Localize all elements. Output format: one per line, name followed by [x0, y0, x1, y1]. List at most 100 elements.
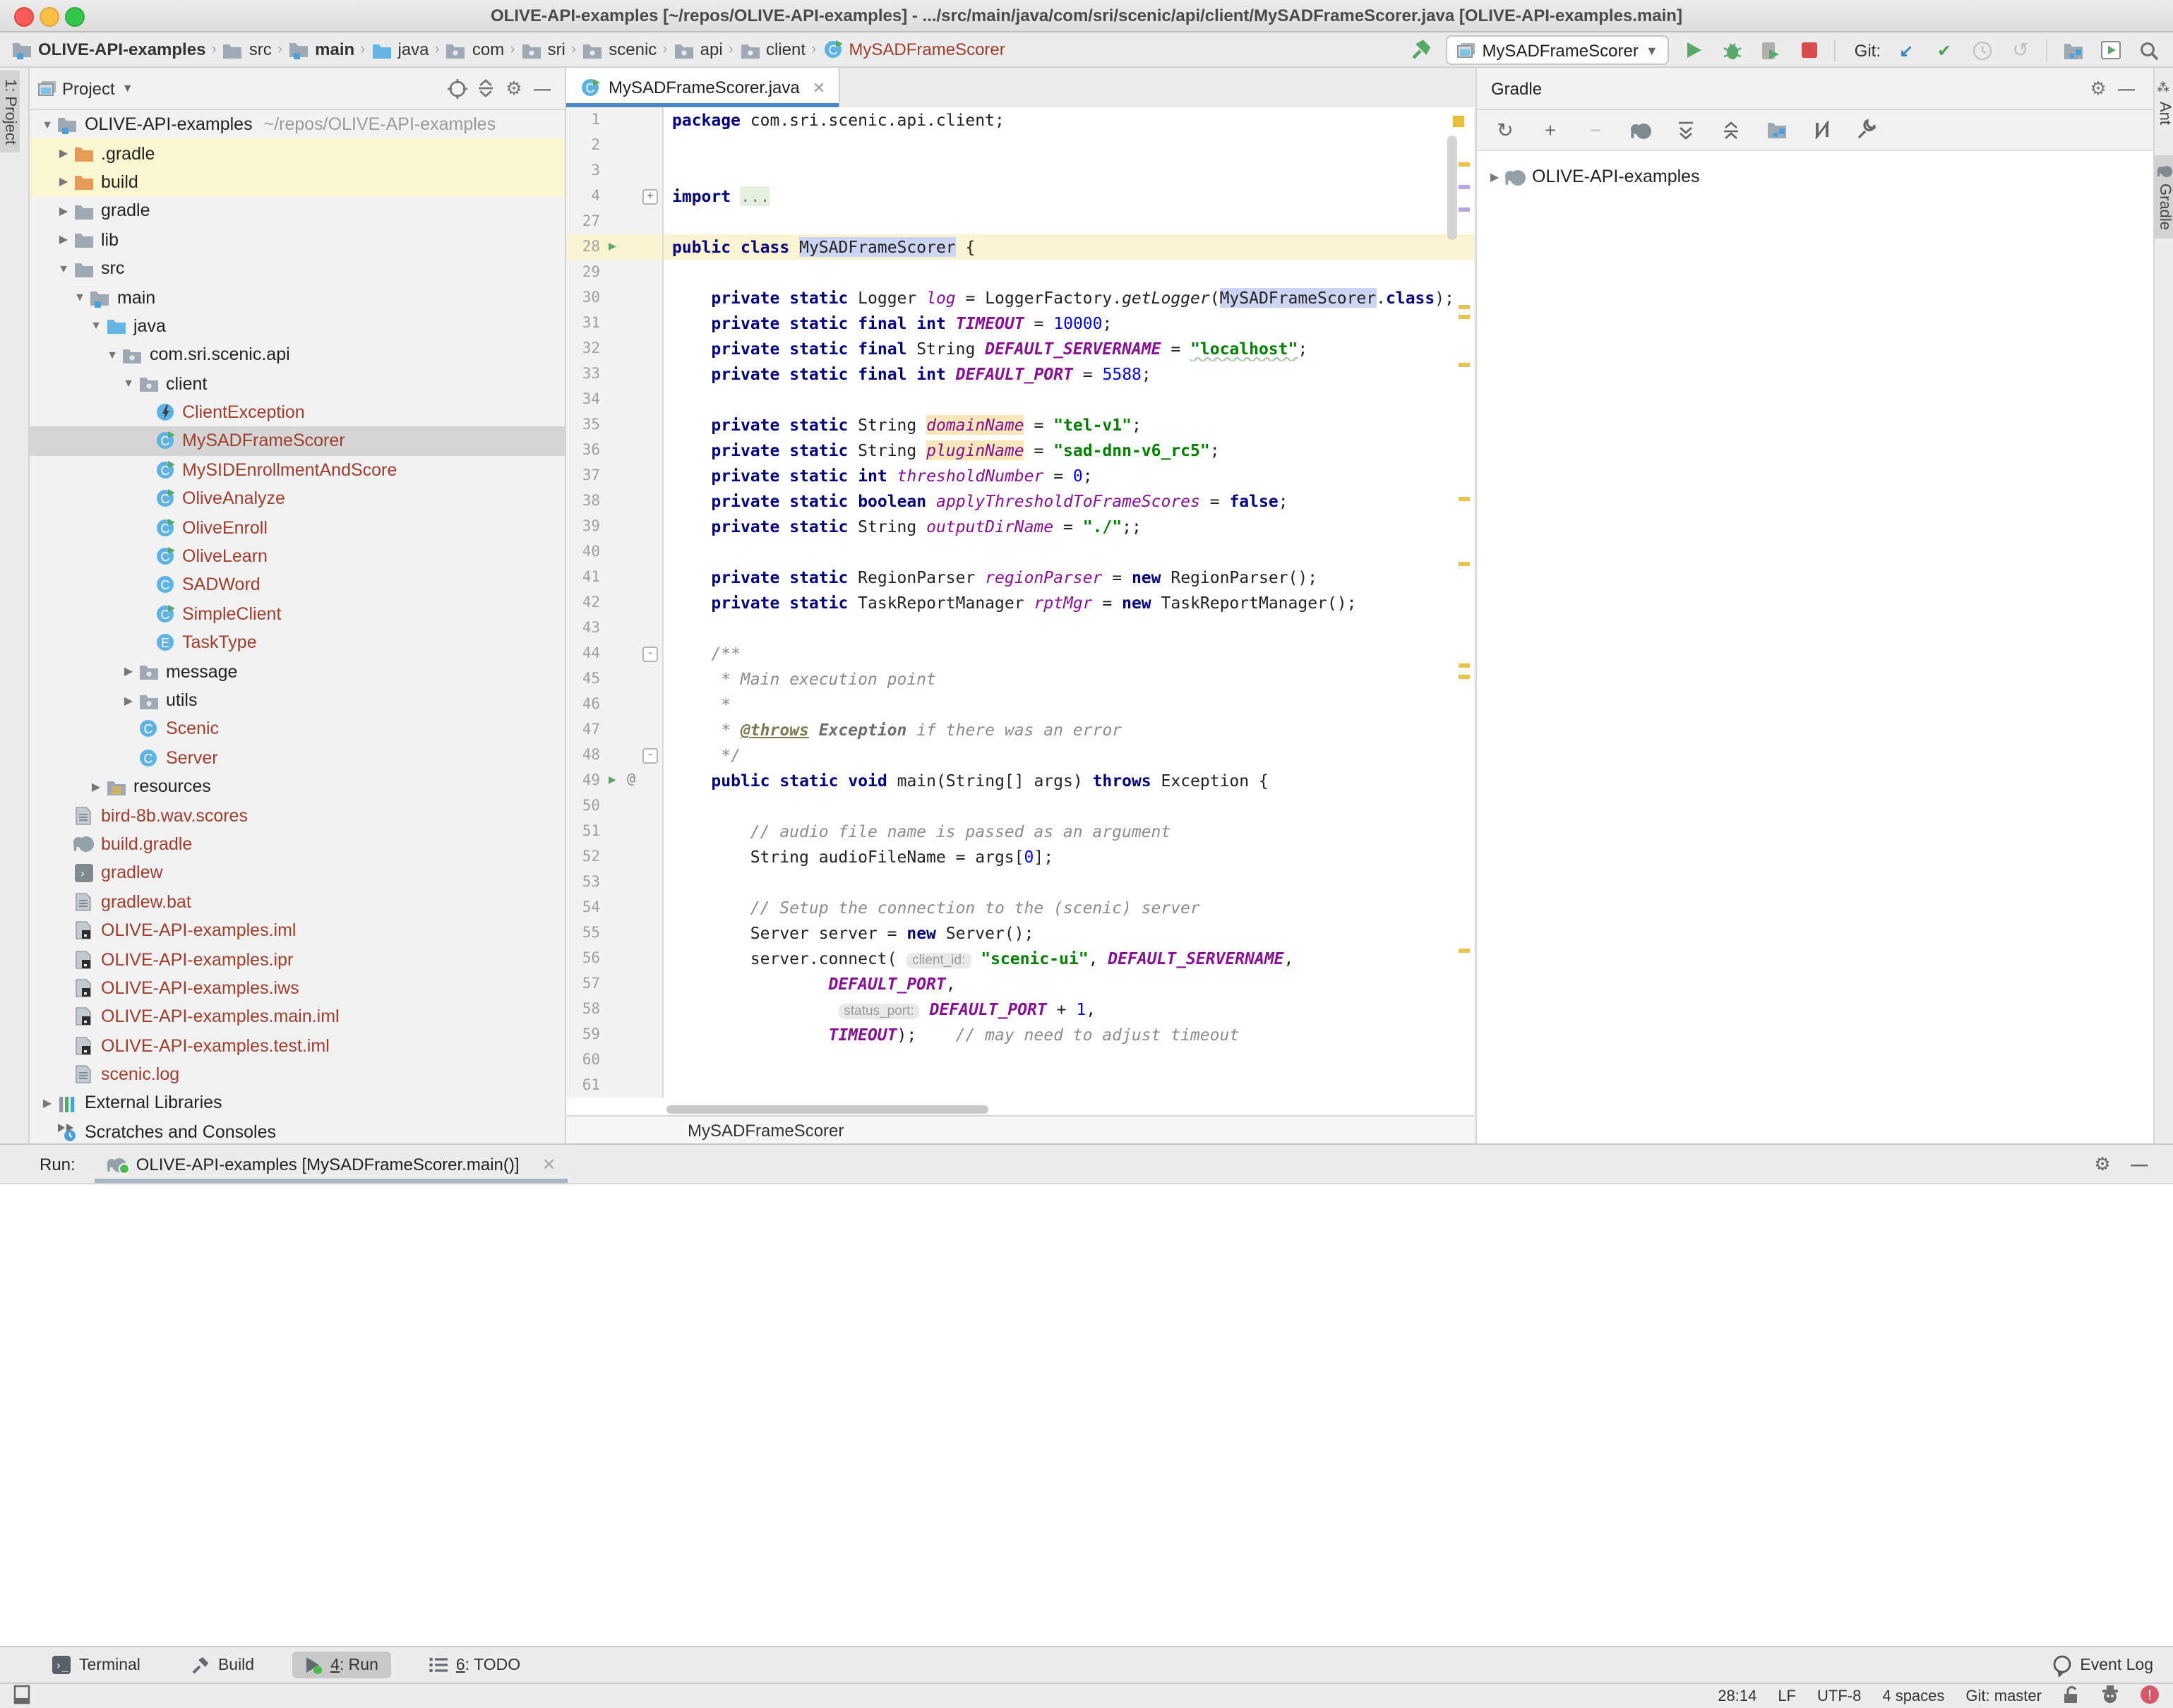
gutter[interactable]: 50 [566, 793, 664, 819]
gutter[interactable]: 29 [566, 260, 664, 285]
tree-item-scratches-and-consoles[interactable]: Scratches and Consoles [30, 1117, 565, 1143]
gutter[interactable]: 59 [566, 1022, 664, 1047]
tree-item-tasktype[interactable]: E TaskType [30, 628, 565, 657]
file-encoding[interactable]: UTF-8 [1817, 1688, 1861, 1704]
code-text[interactable]: // Setup the connection to the (scenic) … [664, 895, 1474, 920]
gutter[interactable]: 27 [566, 209, 664, 234]
code-text[interactable]: private static TaskReportManager rptMgr … [664, 590, 1474, 615]
gutter[interactable]: 3 [566, 158, 664, 184]
indent-style[interactable]: 4 spaces [1882, 1688, 1944, 1704]
gutter[interactable]: 42 [566, 590, 664, 615]
git-branch[interactable]: Git: master [1965, 1688, 2042, 1704]
tool-window-button-terminal[interactable]: ›_ Terminal [40, 1652, 153, 1678]
code-text[interactable] [664, 793, 1474, 819]
tree-item-olive-api-examples-main-iml[interactable]: OLIVE-API-examples.main.iml [30, 1002, 565, 1031]
gutter[interactable]: 4 + [566, 184, 664, 209]
gutter[interactable]: 60 [566, 1047, 664, 1073]
tree-item-oliveanalyze[interactable]: C OliveAnalyze [30, 484, 565, 513]
event-log-button[interactable]: Event Log [2053, 1654, 2153, 1677]
gutter[interactable]: 35 [566, 412, 664, 438]
breadcrumb-olive-api-examples[interactable]: OLIVE-API-examples [11, 40, 205, 59]
gutter[interactable]: 39 [566, 514, 664, 539]
tree-item-olive-api-examples-ipr[interactable]: OLIVE-API-examples.ipr [30, 945, 565, 974]
tree-item-build[interactable]: ▶ build [30, 167, 565, 197]
sources-folder-icon[interactable] [1762, 116, 1790, 144]
gutter[interactable]: 43 [566, 615, 664, 641]
project-panel-title[interactable]: Project [62, 78, 115, 98]
project-tree[interactable]: ▼ OLIVE-API-examples ~/repos/OLIVE-API-exa… [30, 110, 565, 1143]
tree-item-olive-api-examples[interactable]: ▼ OLIVE-API-examples ~/repos/OLIVE-API-exa… [30, 110, 565, 139]
gear-icon[interactable]: ⚙ [2084, 74, 2112, 102]
gutter[interactable]: 46 [566, 692, 664, 717]
tree-item-olive-api-examples-iml[interactable]: OLIVE-API-examples.iml [30, 916, 565, 945]
run-configuration-select[interactable]: MySADFrameScorer ▼ [1445, 35, 1670, 65]
git-rollback-button[interactable]: ↺ [2008, 37, 2033, 63]
error-analysis-icon[interactable]: ! [2141, 1685, 2159, 1707]
code-text[interactable] [664, 158, 1474, 184]
run-button[interactable] [1682, 37, 1708, 63]
line-separator[interactable]: LF [1778, 1688, 1796, 1704]
code-text[interactable] [664, 615, 1474, 641]
chevron-down-icon[interactable]: ▼ [87, 320, 105, 332]
breadcrumb-com[interactable]: com [445, 40, 504, 59]
code-text[interactable]: private static String pluginName = "sad-… [664, 438, 1474, 463]
code-text[interactable]: private static int thresholdNumber = 0; [664, 463, 1474, 488]
chevron-right-icon[interactable]: ▶ [54, 234, 73, 246]
editor-horizontal-scrollbar[interactable] [666, 1105, 988, 1114]
add-icon[interactable]: + [1536, 116, 1564, 144]
tree-item-mysidenrollmentandscore[interactable]: C MySIDEnrollmentAndScore [30, 455, 565, 484]
gutter[interactable]: 51 [566, 819, 664, 844]
tree-item-clientexception[interactable]: ClientException [30, 398, 565, 427]
tree-item-src[interactable]: ▼ src [30, 254, 565, 283]
tree-item-simpleclient[interactable]: C SimpleClient [30, 599, 565, 628]
code-text[interactable]: DEFAULT_PORT, [664, 971, 1474, 997]
git-commit-button[interactable]: ✔ [1932, 37, 1957, 63]
chevron-right-icon[interactable]: ▶ [54, 176, 73, 188]
run-tab[interactable]: OLIVE-API-examples [MySADFrameScorer.mai… [95, 1145, 568, 1183]
gutter[interactable]: 45 [566, 666, 664, 692]
build-hammer-icon[interactable] [1407, 37, 1432, 63]
collapse-all-icon[interactable] [472, 74, 500, 102]
code-editor[interactable]: 1 package com.sri.scenic.api.client; 2 3 4 + i… [566, 107, 1474, 1098]
code-text[interactable]: * Main execution point [664, 666, 1474, 692]
tree-item-oliveenroll[interactable]: C OliveEnroll [30, 513, 565, 542]
breadcrumb-api[interactable]: api [674, 40, 723, 59]
tree-item-java[interactable]: ▼ java [30, 311, 565, 340]
fold-expand-icon[interactable]: + [642, 189, 658, 205]
remove-icon[interactable]: − [1581, 116, 1610, 144]
tree-item-resources[interactable]: ▶ resources [30, 772, 565, 801]
gutter[interactable]: 31 [566, 311, 664, 336]
gutter[interactable]: 28 ▶ [566, 234, 664, 260]
gradle-tree[interactable]: ▶ OLIVE-API-examples [1477, 151, 2155, 191]
gutter[interactable]: 55 [566, 920, 664, 946]
wrench-icon[interactable] [1852, 116, 1881, 144]
gutter[interactable]: 33 [566, 361, 664, 387]
chevron-down-icon[interactable]: ▼ [71, 291, 89, 303]
chevron-down-icon[interactable]: ▼ [54, 262, 73, 275]
chevron-right-icon[interactable]: ▶ [1485, 170, 1504, 183]
code-text[interactable]: import ... [664, 184, 1474, 209]
gutter[interactable]: 32 [566, 336, 664, 361]
locate-file-icon[interactable] [443, 74, 472, 102]
lock-open-icon[interactable] [2063, 1685, 2080, 1707]
code-text[interactable]: server.connect( client_id: "scenic-ui", … [664, 946, 1474, 971]
gutter[interactable]: 30 [566, 285, 664, 311]
tree-item-utils[interactable]: ▶ utils [30, 686, 565, 715]
debug-button[interactable] [1720, 37, 1746, 63]
changed-files-icon[interactable] [2060, 37, 2085, 63]
tree-item-client[interactable]: ▼ client [30, 369, 565, 398]
collapse-all-icon[interactable] [1717, 116, 1745, 144]
code-text[interactable]: private static final String DEFAULT_SERV… [664, 336, 1474, 361]
gutter[interactable]: 58 [566, 997, 664, 1022]
tree-item-lib[interactable]: ▶ lib [30, 225, 565, 254]
tree-item--gradle[interactable]: ▶ .gradle [30, 138, 565, 168]
gutter[interactable]: 1 [566, 107, 664, 133]
editor-area[interactable]: C MySADFrameScorer.java ✕ 1 package com.s… [566, 68, 1474, 1143]
code-text[interactable] [664, 1073, 1474, 1098]
chevron-right-icon[interactable]: ▶ [54, 205, 73, 217]
code-text[interactable]: private static boolean applyThresholdToF… [664, 488, 1474, 514]
tree-item-external-libraries[interactable]: ▶ External Libraries [30, 1089, 565, 1118]
code-text[interactable]: String audioFileName = args[0]; [664, 844, 1474, 870]
fold-collapse-icon[interactable]: - [642, 748, 658, 764]
run-with-coverage-button[interactable] [1759, 37, 1784, 63]
